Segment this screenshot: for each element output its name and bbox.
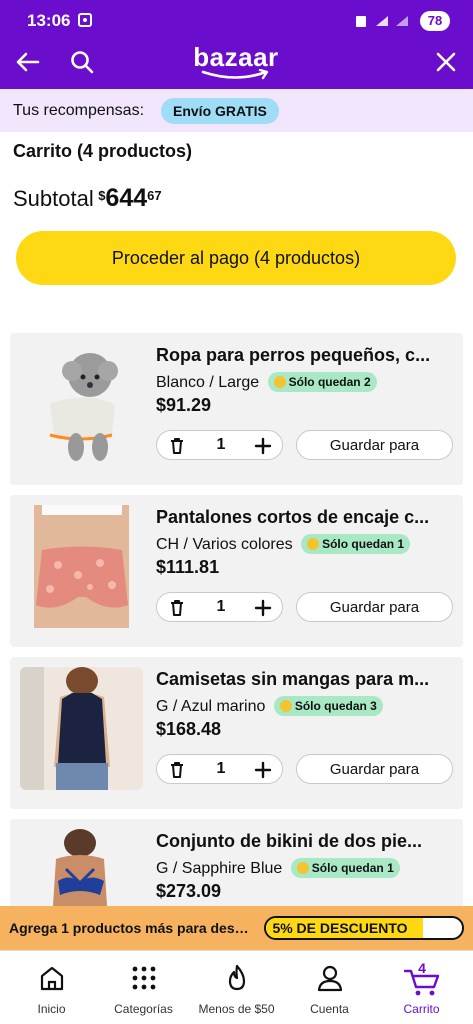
product-name[interactable]: Pantalones cortos de encaje c... bbox=[156, 507, 456, 528]
nav-item-account[interactable]: Cuenta bbox=[282, 951, 377, 1024]
product-name[interactable]: Camisetas sin mangas para m... bbox=[156, 669, 456, 690]
product-name[interactable]: Ropa para perros pequeños, c... bbox=[156, 345, 456, 366]
nav-item-under-50[interactable]: Menos de $50 bbox=[189, 951, 284, 1024]
variant-text: G / Azul marino bbox=[156, 698, 266, 715]
nav-label: Categorías bbox=[114, 1002, 173, 1016]
signal-icons bbox=[356, 16, 408, 27]
product-image[interactable] bbox=[20, 505, 143, 628]
quantity-value: 1 bbox=[216, 598, 226, 615]
flame-icon bbox=[228, 964, 246, 991]
logo-smile-icon bbox=[201, 69, 269, 80]
quantity-value: 1 bbox=[216, 436, 226, 453]
save-for-later-button[interactable]: Guardar para bbox=[296, 592, 453, 622]
cart-item[interactable]: Ropa para perros pequeños, c... Blanco /… bbox=[10, 333, 463, 485]
nav-label: Carrito bbox=[403, 1002, 440, 1016]
bottom-navigation: Inicio Categorías Menos de $50 Cuenta 4 … bbox=[0, 950, 473, 1024]
stock-text: Sólo quedan 1 bbox=[322, 537, 405, 551]
plus-icon[interactable] bbox=[253, 598, 273, 618]
quantity-stepper: 1 bbox=[156, 430, 283, 460]
proceed-to-checkout-button[interactable]: Proceder al pago (4 productos) bbox=[16, 231, 456, 285]
subtotal-label: Subtotal bbox=[13, 186, 94, 211]
trash-icon[interactable] bbox=[167, 760, 187, 780]
subtotal-amount: 644 bbox=[105, 184, 148, 212]
product-price: $111.81 bbox=[156, 557, 220, 577]
worried-face-icon bbox=[273, 376, 286, 388]
home-icon bbox=[40, 966, 64, 991]
variant-text: Blanco / Large bbox=[156, 374, 260, 391]
discount-badge-label: 5% DE DESCUENTO bbox=[272, 920, 408, 936]
stock-badge: Sólo quedan 1 bbox=[301, 534, 411, 554]
stock-text: Sólo quedan 3 bbox=[294, 699, 377, 713]
stock-badge: Sólo quedan 3 bbox=[273, 696, 383, 716]
user-icon bbox=[317, 965, 343, 992]
trash-icon[interactable] bbox=[167, 436, 187, 456]
discount-promo-banner[interactable]: Agrega 1 productos más para desbl... 5% … bbox=[0, 906, 473, 950]
bazaar-logo[interactable]: bazaar bbox=[186, 42, 286, 84]
cart-item[interactable]: Pantalones cortos de encaje c... CH / Va… bbox=[10, 495, 463, 647]
stock-badge: Sólo quedan 1 bbox=[290, 858, 400, 878]
stock-text: Sólo quedan 1 bbox=[311, 861, 394, 875]
product-price: $273.09 bbox=[156, 881, 222, 901]
nav-item-categories[interactable]: Categorías bbox=[96, 951, 191, 1024]
worried-face-icon bbox=[307, 538, 320, 550]
back-arrow-icon[interactable] bbox=[12, 46, 44, 78]
rewards-label: Tus recompensas: bbox=[13, 102, 145, 119]
product-variant: G / Sapphire Blue Sólo quedan 1 bbox=[156, 858, 400, 878]
quantity-value: 1 bbox=[216, 760, 226, 777]
screen-record-icon bbox=[78, 13, 92, 27]
plus-icon[interactable] bbox=[253, 436, 273, 456]
rewards-bar: Tus recompensas: Envío GRATIS bbox=[0, 89, 473, 132]
nav-item-cart[interactable]: 4 Carrito bbox=[374, 951, 469, 1024]
status-time: 13:06 bbox=[27, 11, 71, 30]
nav-label: Inicio bbox=[37, 1002, 66, 1016]
grid-icon bbox=[132, 966, 156, 990]
product-image[interactable] bbox=[20, 343, 143, 466]
promo-text: Agrega 1 productos más para desbl... bbox=[9, 920, 254, 936]
save-for-later-button[interactable]: Guardar para bbox=[296, 430, 453, 460]
worried-face-icon bbox=[296, 862, 309, 874]
product-name[interactable]: Conjunto de bikini de dos pie... bbox=[156, 831, 456, 852]
worried-face-icon bbox=[279, 700, 292, 712]
app-header: 13:06 78 bazaar bbox=[0, 0, 473, 89]
search-icon[interactable] bbox=[66, 46, 98, 78]
cart-item[interactable]: Camisetas sin mangas para m... G / Azul … bbox=[10, 657, 463, 809]
plus-icon[interactable] bbox=[253, 760, 273, 780]
product-variant: Blanco / Large Sólo quedan 2 bbox=[156, 372, 377, 392]
cart-icon bbox=[403, 969, 440, 996]
product-price: $91.29 bbox=[156, 395, 212, 415]
variant-text: G / Sapphire Blue bbox=[156, 860, 283, 877]
stock-text: Sólo quedan 2 bbox=[288, 375, 371, 389]
status-bar: 13:06 78 bbox=[0, 0, 473, 40]
cart-title: Carrito (4 productos) bbox=[13, 141, 193, 161]
stock-badge: Sólo quedan 2 bbox=[267, 372, 377, 392]
close-icon[interactable] bbox=[430, 46, 462, 78]
battery-indicator: 78 bbox=[420, 11, 450, 31]
subtotal-cents: 67 bbox=[147, 188, 162, 203]
nav-label: Cuenta bbox=[310, 1002, 349, 1016]
subtotal: Subtotal $64467 bbox=[13, 184, 162, 218]
quantity-stepper: 1 bbox=[156, 592, 283, 622]
product-image[interactable] bbox=[20, 667, 143, 790]
trash-icon[interactable] bbox=[167, 598, 187, 618]
product-price: $168.48 bbox=[156, 719, 222, 739]
quantity-stepper: 1 bbox=[156, 754, 283, 784]
nav-label: Menos de $50 bbox=[198, 1002, 275, 1016]
nav-item-home[interactable]: Inicio bbox=[4, 951, 99, 1024]
product-variant: CH / Varios colores Sólo quedan 1 bbox=[156, 534, 411, 554]
logo-text: bazaar bbox=[193, 42, 279, 72]
subtotal-currency: $ bbox=[98, 188, 106, 203]
product-variant: G / Azul marino Sólo quedan 3 bbox=[156, 696, 383, 716]
free-shipping-badge: Envío GRATIS bbox=[161, 98, 279, 124]
variant-text: CH / Varios colores bbox=[156, 536, 293, 553]
discount-progress-bar: 5% DE DESCUENTO bbox=[264, 916, 464, 940]
save-for-later-button[interactable]: Guardar para bbox=[296, 754, 453, 784]
